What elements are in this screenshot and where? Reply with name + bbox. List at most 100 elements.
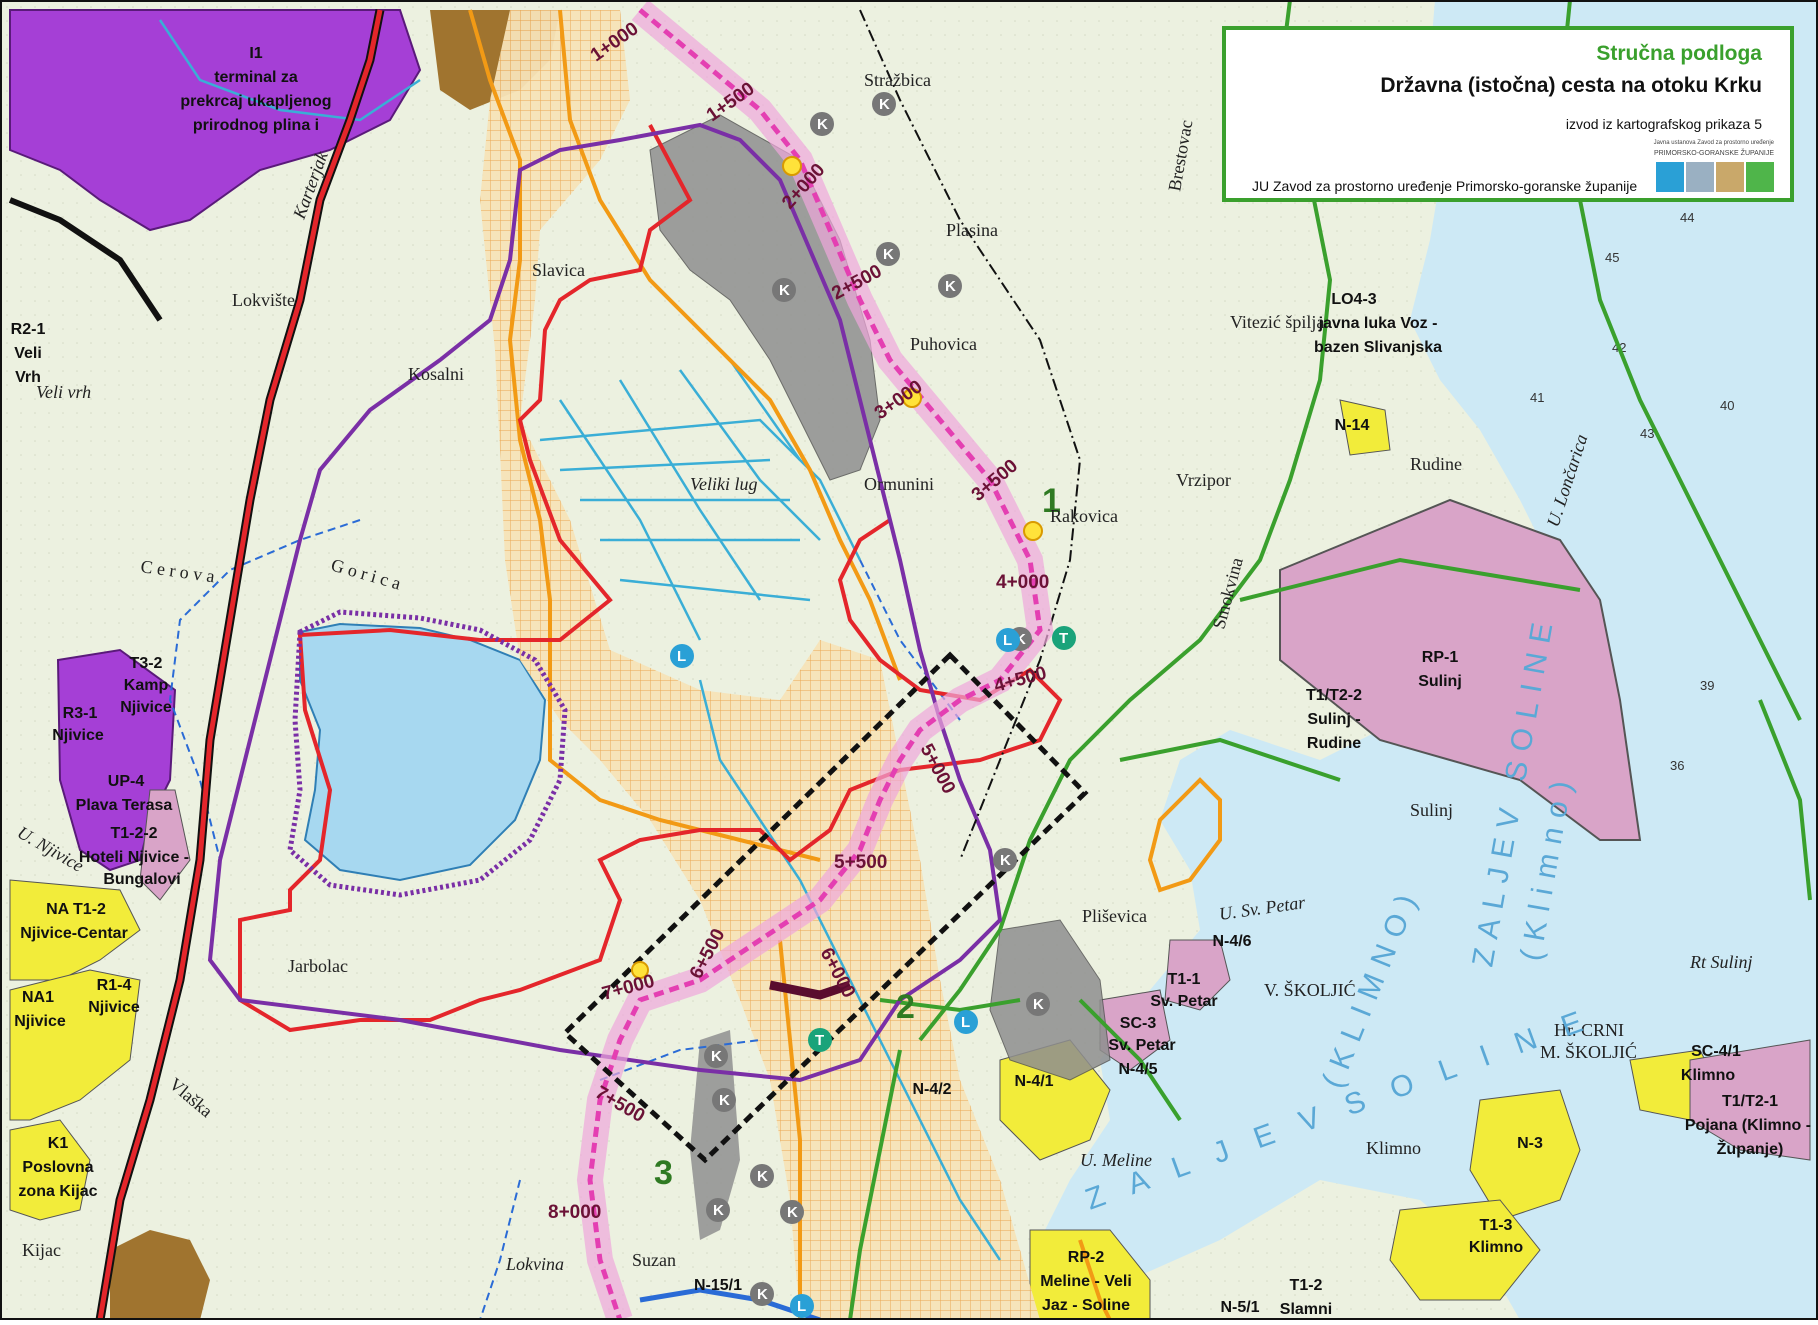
place-sulinj: Sulinj bbox=[1410, 800, 1453, 820]
chainage-5500: 5+500 bbox=[834, 852, 887, 873]
logo-county-text: PRIMORSKO-GORANSKE ŽUPANIJE bbox=[1653, 150, 1774, 157]
na1-code: NA1 bbox=[22, 989, 54, 1006]
chainage-8000: 8+000 bbox=[548, 1202, 601, 1223]
rp1-code: RP-1 bbox=[1422, 649, 1459, 666]
place-jarbolac: Jarbolac bbox=[288, 956, 348, 976]
junction-marker-3 bbox=[1023, 521, 1043, 541]
r2-1-code: R2-1 bbox=[11, 321, 46, 338]
r1-4-desc: Njivice bbox=[88, 999, 140, 1016]
r3-1-code: R3-1 bbox=[63, 705, 98, 722]
place-klimno: Klimno bbox=[1366, 1138, 1421, 1158]
n51-code: N-5/1 bbox=[1220, 1299, 1259, 1316]
section-2: 2 bbox=[896, 988, 915, 1026]
i1-desc-1: terminal za bbox=[214, 69, 298, 86]
port-3: L bbox=[961, 1014, 970, 1031]
t1t2-2-desc2: Rudine bbox=[1307, 735, 1361, 752]
sc41-desc: Klimno bbox=[1681, 1067, 1735, 1084]
title-block: Stručna podloga Državna (istočna) cesta … bbox=[1222, 26, 1794, 202]
depth-4: 41 bbox=[1530, 390, 1544, 405]
port-2: L bbox=[1003, 632, 1012, 649]
rp2-desc2: Jaz - Soline bbox=[1042, 1297, 1130, 1314]
place-veli-vrh: Veli vrh bbox=[36, 382, 91, 402]
place-v-skoljic: V. ŠKOLJIĆ bbox=[1264, 979, 1356, 1000]
place-puhovica: Puhovica bbox=[910, 334, 977, 354]
na1-desc: Njivice bbox=[14, 1013, 66, 1030]
place-rt-sulinj: Rt Sulinj bbox=[1689, 952, 1753, 972]
place-vrzipor: Vrzipor bbox=[1176, 470, 1231, 490]
place-plasina: Plasina bbox=[946, 220, 998, 240]
title-extract-note: izvod iz kartografskog prikaza 5 bbox=[1565, 116, 1762, 132]
title-heading: Stručna podloga bbox=[1596, 42, 1762, 65]
na-t1-2-code: NA T1-2 bbox=[46, 901, 106, 918]
t1-2-2-code: T1-2-2 bbox=[110, 825, 157, 842]
i1-code: I1 bbox=[249, 45, 262, 62]
na-t1-2-desc: Njivice-Centar bbox=[20, 925, 128, 942]
rp2-code: RP-2 bbox=[1068, 1249, 1105, 1266]
depth-1: 44 bbox=[1680, 210, 1694, 225]
i1-desc-3: prirodnog plina i bbox=[193, 117, 319, 134]
tourism-1: T bbox=[1059, 630, 1068, 647]
t1t2-1-desc2: Županje) bbox=[1717, 1139, 1784, 1158]
logo-block-z2 bbox=[1686, 162, 1714, 192]
up4-code: UP-4 bbox=[108, 773, 145, 790]
t1t2-2-code: T1/T2-2 bbox=[1306, 687, 1362, 704]
depth-6: 40 bbox=[1720, 398, 1734, 413]
n14-code: N-14 bbox=[1335, 417, 1370, 434]
n45-code: N-4/5 bbox=[1118, 1061, 1157, 1078]
t1-2-2-desc1: Hoteli Njivice - bbox=[79, 849, 189, 866]
place-kosalni: Kosalni bbox=[408, 364, 464, 384]
k1-code: K1 bbox=[48, 1135, 69, 1152]
place-strazbica: Stražbica bbox=[864, 70, 931, 90]
cemetery-7: K bbox=[1000, 852, 1011, 869]
rp2-desc1: Meline - Veli bbox=[1040, 1273, 1132, 1290]
port-1: L bbox=[677, 648, 686, 665]
place-slavica: Slavica bbox=[532, 260, 585, 280]
n151-code: N-15/1 bbox=[694, 1277, 742, 1294]
logo-block-p bbox=[1716, 162, 1744, 192]
t1-1-code: T1-1 bbox=[1168, 971, 1201, 988]
r3-1-desc: Njivice bbox=[52, 727, 104, 744]
cemetery-5: K bbox=[779, 282, 790, 299]
place-veliki-lug: Veliki lug bbox=[690, 474, 757, 494]
port-4: L bbox=[797, 1298, 806, 1315]
place-vitezic: Vitezić špilja bbox=[1230, 312, 1324, 332]
t1-2-desc: Slamni bbox=[1280, 1301, 1332, 1318]
logo-blocks bbox=[1656, 162, 1774, 192]
k1-desc1: Poslovna bbox=[22, 1159, 93, 1176]
title-institution: JU Zavod za prostorno uređenje Primorsko… bbox=[1252, 178, 1638, 194]
place-lokviste: Lokvište bbox=[232, 290, 295, 310]
section-3: 3 bbox=[654, 1154, 673, 1192]
t1-3-desc: Klimno bbox=[1469, 1239, 1523, 1256]
place-plisevica: Pliševica bbox=[1082, 906, 1147, 926]
cemetery-2: K bbox=[879, 96, 890, 113]
n41-code: N-4/1 bbox=[1014, 1073, 1053, 1090]
chainage-4000: 4+000 bbox=[996, 572, 1049, 593]
sc3-desc: Sv. Petar bbox=[1108, 1037, 1175, 1054]
t1t2-1-code: T1/T2-1 bbox=[1722, 1093, 1778, 1110]
cemetery-10: K bbox=[719, 1092, 730, 1109]
depth-7: 39 bbox=[1700, 678, 1714, 693]
place-ormunini: Ormunini bbox=[864, 474, 934, 494]
lo4-3-code: LO4-3 bbox=[1331, 291, 1376, 308]
r2-1-desc1: Veli bbox=[14, 345, 42, 362]
i1-desc-2: prekrcaj ukapljenog bbox=[180, 93, 331, 110]
r1-4-code: R1-4 bbox=[97, 977, 132, 994]
n42-code: N-4/2 bbox=[912, 1081, 951, 1098]
place-rakovica: Rakovica bbox=[1050, 506, 1118, 526]
logo-block-z1 bbox=[1656, 162, 1684, 192]
cemetery-13: K bbox=[787, 1204, 798, 1221]
n46-code: N-4/6 bbox=[1212, 933, 1251, 950]
cemetery-14: K bbox=[757, 1286, 768, 1303]
junction-marker-1 bbox=[782, 156, 802, 176]
logo-block-u bbox=[1746, 162, 1774, 192]
sc41-code: SC-4/1 bbox=[1691, 1043, 1741, 1060]
sc3-code: SC-3 bbox=[1120, 1015, 1157, 1032]
t3-2-desc2: Njivice bbox=[120, 699, 172, 716]
t1t2-2-desc1: Sulinj - bbox=[1307, 711, 1360, 728]
cemetery-1: K bbox=[817, 116, 828, 133]
place-rudine: Rudine bbox=[1410, 454, 1462, 474]
rp1-desc: Sulinj bbox=[1418, 673, 1462, 690]
t3-2-code: T3-2 bbox=[130, 655, 163, 672]
t1-1-desc: Sv. Petar bbox=[1150, 993, 1217, 1010]
cemetery-8: K bbox=[1033, 996, 1044, 1013]
